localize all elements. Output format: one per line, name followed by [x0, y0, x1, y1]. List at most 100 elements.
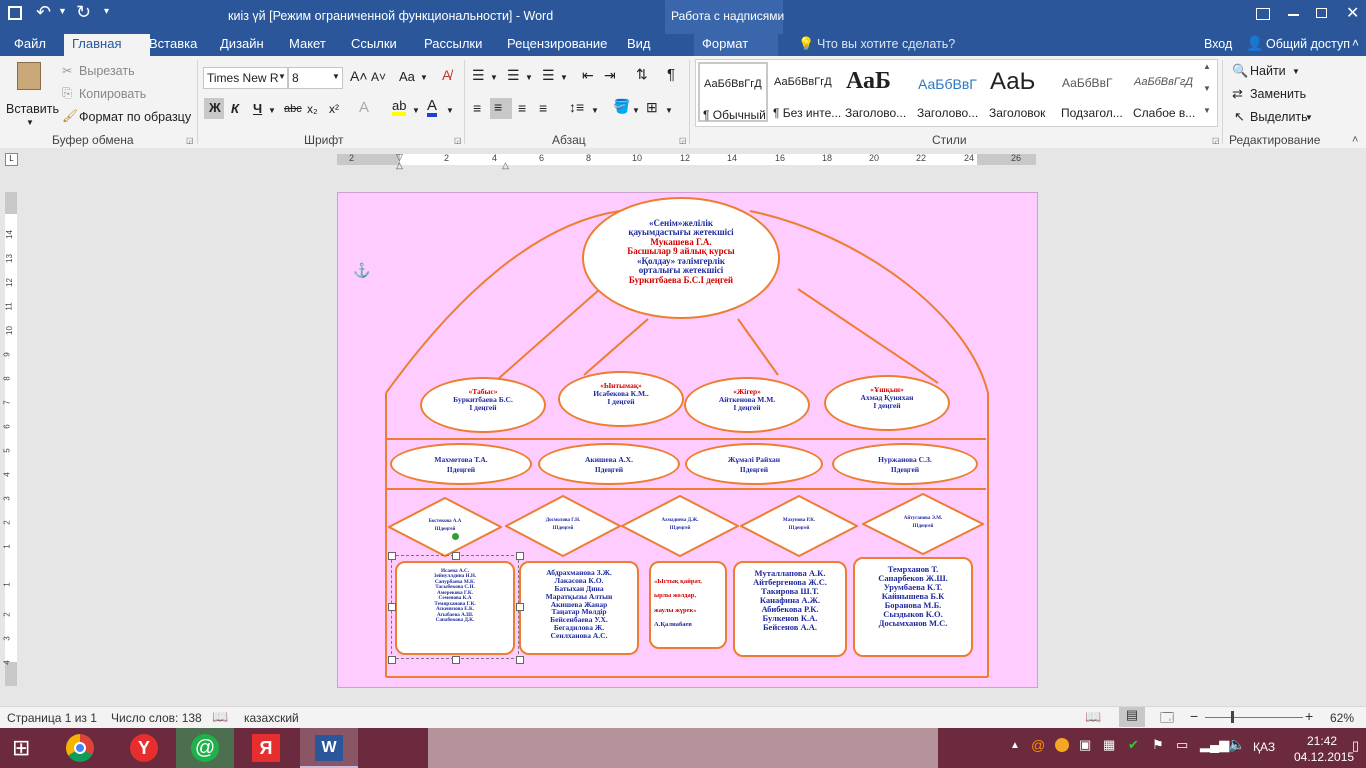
- selection-frame[interactable]: [391, 555, 519, 659]
- start-icon[interactable]: ⊞: [12, 735, 30, 761]
- align-right-icon[interactable]: ≡: [518, 100, 526, 116]
- grow-font-icon[interactable]: A˄: [350, 68, 368, 84]
- page-count[interactable]: Страница 1 из 1: [7, 711, 97, 725]
- show-marks-icon[interactable]: ¶: [667, 66, 675, 83]
- style-item[interactable]: АаБбВвГгД ¶ Без инте...: [770, 62, 841, 122]
- increase-indent-icon[interactable]: ⇥: [604, 67, 616, 84]
- resize-handle[interactable]: [388, 552, 396, 560]
- subscript-button[interactable]: x₂: [307, 102, 318, 116]
- level3-diamond[interactable]: Досмолова Г.Н. ІІІдеңгей: [505, 495, 621, 557]
- tab-format[interactable]: Формат: [694, 34, 778, 56]
- tell-me-input[interactable]: Что вы хотите сделать?: [817, 37, 955, 51]
- clipboard-launcher-icon[interactable]: ◲: [186, 136, 194, 145]
- volume-tray-icon[interactable]: 🔈: [1228, 736, 1245, 753]
- line-spacing-dropdown-icon[interactable]: ▼: [591, 106, 599, 115]
- yandex-browser-icon[interactable]: Y: [130, 734, 158, 762]
- align-left-icon[interactable]: ≡: [473, 100, 481, 116]
- word-count[interactable]: Число слов: 138: [111, 711, 202, 725]
- cut-button[interactable]: Вырезать: [79, 64, 135, 78]
- zoom-out-icon[interactable]: −: [1190, 708, 1198, 724]
- bullets-icon[interactable]: ☰: [472, 67, 485, 84]
- document-page[interactable]: ⚓ «Сенім»желілік қауымдастығы жетекшісі Му…: [337, 192, 1038, 688]
- ribbon-display-icon[interactable]: [1256, 8, 1270, 20]
- clock-time[interactable]: 21:42: [1307, 734, 1337, 748]
- zoom-in-icon[interactable]: +: [1305, 708, 1313, 724]
- read-mode-icon[interactable]: 📖: [1085, 709, 1101, 725]
- resize-handle[interactable]: [388, 656, 396, 664]
- styles-scroll-up-icon[interactable]: ▲: [1203, 62, 1211, 71]
- level4-box[interactable]: Муталлапова А.К. Айтбергенова Ж.С. Такиров…: [733, 561, 847, 657]
- paste-button[interactable]: Вставить ▼: [6, 60, 59, 128]
- flag-tray-icon[interactable]: ⚑: [1152, 737, 1164, 753]
- show-hidden-icons[interactable]: ▲: [1010, 740, 1020, 751]
- strikethrough-button[interactable]: abc: [284, 103, 302, 115]
- sort-icon[interactable]: ⇅: [636, 66, 648, 83]
- level3-diamond[interactable]: Бостекова А.А ІІІдеңгей: [388, 497, 502, 557]
- line-spacing-icon[interactable]: ↕≡: [569, 99, 584, 115]
- minimize-icon[interactable]: [1288, 14, 1299, 16]
- text-effects-icon[interactable]: A: [359, 99, 369, 116]
- find-button[interactable]: Найти: [1250, 64, 1286, 78]
- tab-mailings[interactable]: Рассылки: [416, 34, 490, 56]
- zoom-slider-thumb[interactable]: [1231, 711, 1234, 723]
- level4-box[interactable]: Темрханов Т. Сапарбеков Ж.Ш. Урумбаева К.Т…: [853, 557, 973, 657]
- highlight-dropdown-icon[interactable]: ▼: [412, 106, 420, 115]
- display-tray-icon[interactable]: ▦: [1103, 737, 1115, 753]
- change-case-dropdown-icon[interactable]: ▼: [420, 73, 428, 82]
- change-case-button[interactable]: Aa: [399, 69, 415, 84]
- language-indicator[interactable]: казахский: [244, 711, 299, 725]
- level4-box[interactable]: «Ыстық қайрат, ырлы жолдар, жаулы жүрек» А.…: [649, 561, 727, 649]
- print-layout-icon[interactable]: ▤: [1119, 707, 1145, 727]
- style-item[interactable]: АаБбВвГ Подзагол...: [1058, 62, 1128, 122]
- level3-diamond[interactable]: Айтуганова Э.М. ІІІдеңгей: [862, 493, 984, 555]
- tab-design[interactable]: Дизайн: [212, 34, 272, 56]
- clock-date[interactable]: 04.12.2015: [1294, 750, 1354, 764]
- mail-tray-icon[interactable]: @: [1031, 737, 1045, 753]
- clear-formatting-icon[interactable]: A̸: [442, 67, 451, 83]
- styles-more-icon[interactable]: ▼: [1203, 106, 1211, 115]
- resize-handle[interactable]: [516, 603, 524, 611]
- share-icon[interactable]: 👤: [1246, 35, 1263, 52]
- borders-dropdown-icon[interactable]: ▼: [665, 106, 673, 115]
- level3-diamond[interactable]: Ахмадиева Д.Ж. ІІІдеңгей: [621, 495, 739, 557]
- select-dropdown-icon[interactable]: ▼: [1305, 113, 1313, 122]
- style-item[interactable]: АаБбВвГ Заголово...: [914, 62, 984, 122]
- format-painter-button[interactable]: Формат по образцу: [79, 110, 191, 124]
- sign-in-link[interactable]: Вход: [1204, 37, 1232, 51]
- bold-button[interactable]: Ж: [204, 98, 224, 119]
- redo-icon[interactable]: ↻: [76, 2, 91, 23]
- input-language[interactable]: ҚАЗ: [1253, 740, 1275, 754]
- level1-ellipse[interactable]: «Табыс» Буркитбаева Б.С. І деңгей: [420, 377, 546, 433]
- tab-insert[interactable]: Вставка: [141, 34, 205, 56]
- resize-handle[interactable]: [452, 552, 460, 560]
- decrease-indent-icon[interactable]: ⇤: [582, 67, 594, 84]
- tab-layout[interactable]: Макет: [281, 34, 334, 56]
- justify-icon[interactable]: ≡: [539, 100, 547, 116]
- collapse-ribbon-arrow-icon[interactable]: ˄: [1352, 134, 1358, 146]
- underline-dropdown-icon[interactable]: ▼: [268, 106, 276, 115]
- update-tray-icon[interactable]: [1055, 738, 1069, 752]
- tab-file[interactable]: Файл: [6, 34, 54, 56]
- customize-qat-icon[interactable]: ▾: [104, 6, 109, 17]
- security-tray-icon[interactable]: ✔: [1128, 737, 1139, 753]
- tab-references[interactable]: Ссылки: [343, 34, 405, 56]
- power-tray-icon[interactable]: ▭: [1176, 737, 1188, 753]
- style-item[interactable]: АаЬ Заголовок: [986, 62, 1056, 122]
- font-launcher-icon[interactable]: ◲: [454, 136, 462, 145]
- replace-button[interactable]: Заменить: [1250, 87, 1306, 101]
- underline-button[interactable]: Ч: [253, 101, 262, 116]
- top-ellipse[interactable]: «Сенім»желілік қауымдастығы жетекшісі Мука…: [582, 197, 780, 319]
- level2-ellipse[interactable]: Акишева А.Х. ІІдеңгей: [538, 443, 680, 485]
- yandex-icon[interactable]: Я: [252, 734, 280, 762]
- hanging-indent-marker[interactable]: △: [396, 160, 403, 171]
- level1-ellipse[interactable]: «Жігер» Айткенова М.М. І деңгей: [684, 377, 810, 433]
- resize-handle[interactable]: [388, 603, 396, 611]
- shading-icon[interactable]: 🪣: [613, 98, 630, 115]
- styles-launcher-icon[interactable]: ◲: [1212, 136, 1220, 145]
- find-dropdown-icon[interactable]: ▼: [1292, 67, 1300, 76]
- rotate-handle[interactable]: [452, 533, 459, 540]
- shrink-font-icon[interactable]: A˅: [371, 70, 386, 84]
- tab-selector-icon[interactable]: L: [5, 153, 18, 166]
- tab-view[interactable]: Вид: [619, 34, 659, 56]
- superscript-button[interactable]: x²: [329, 102, 339, 116]
